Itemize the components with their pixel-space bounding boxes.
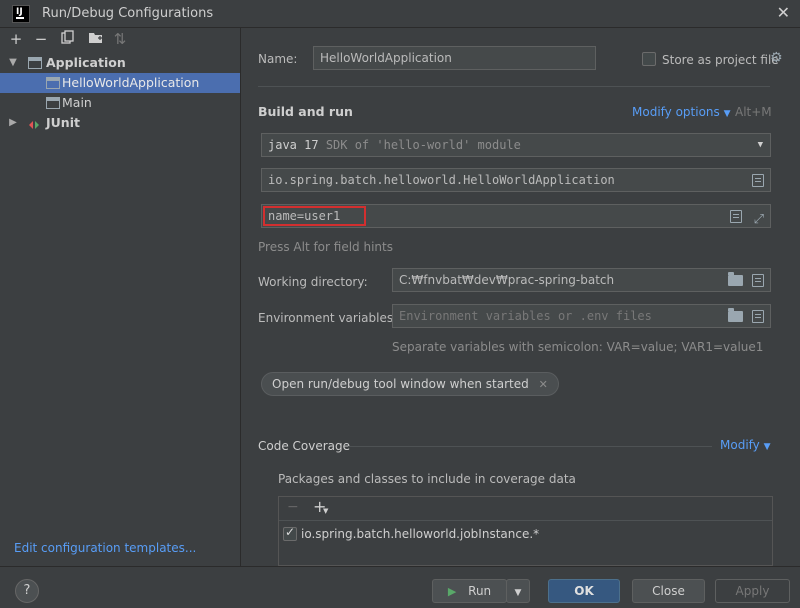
tree-item-label: JUnit	[46, 115, 80, 130]
junit-icon	[28, 117, 42, 129]
coverage-subheading: Packages and classes to include in cover…	[278, 472, 576, 486]
chip-label: Open run/debug tool window when started	[272, 377, 529, 391]
coverage-modify-label: Modify	[720, 438, 760, 452]
tree-item-helloworldapplication[interactable]: HelloWorldApplication	[0, 73, 240, 93]
main-class-value: io.spring.batch.helloworld.HelloWorldApp…	[268, 173, 615, 187]
tree-item-main[interactable]: Main	[0, 93, 240, 113]
environment-variables-placeholder: Environment variables or .env files	[399, 309, 652, 323]
chevron-down-icon: ▼	[763, 442, 771, 452]
application-config-icon	[46, 77, 60, 89]
coverage-toolbar: − + ▼	[279, 497, 772, 521]
program-arguments-field[interactable]: name=user1 ⤢	[261, 204, 771, 228]
environment-variables-field[interactable]: Environment variables or .env files	[392, 304, 771, 328]
apply-button[interactable]: Apply	[715, 579, 790, 603]
coverage-list: − + ▼ io.spring.batch.helloworld.jobInst…	[278, 496, 773, 566]
close-window-icon[interactable]: ✕	[777, 3, 790, 22]
main-class-field[interactable]: io.spring.batch.helloworld.HelloWorldApp…	[261, 168, 771, 192]
coverage-modify-link[interactable]: Modify ▼	[720, 438, 771, 452]
coverage-item-label: io.spring.batch.helloworld.jobInstance.*	[301, 527, 540, 541]
chevron-down-icon: ▼	[514, 588, 522, 598]
jdk-detail: SDK of 'hello-world' module	[325, 138, 521, 152]
intellij-app-icon: IJ	[12, 5, 30, 23]
working-directory-field[interactable]: C:₩fnvbat₩dev₩prac-spring-batch	[392, 268, 771, 292]
folder-add-icon[interactable]	[86, 30, 104, 48]
window-title: Run/Debug Configurations	[42, 6, 214, 21]
jdk-name: java 17	[268, 138, 319, 152]
insert-macro-icon[interactable]	[730, 210, 742, 223]
open-tool-window-chip[interactable]: Open run/debug tool window when started …	[261, 372, 559, 396]
browse-class-icon[interactable]	[752, 174, 764, 187]
dropdown-arrow-icon: ▼	[323, 507, 329, 515]
edit-variables-icon[interactable]	[752, 310, 764, 323]
remove-icon[interactable]: −	[287, 499, 299, 515]
remove-icon[interactable]: −	[32, 30, 50, 48]
name-label: Name:	[258, 52, 298, 66]
environment-variables-hint: Separate variables with semicolon: VAR=v…	[392, 340, 764, 354]
tree-item-label: Application	[46, 55, 126, 70]
edit-templates-link[interactable]: Edit configuration templates...	[14, 541, 196, 555]
tree-item-junit[interactable]: ▶ JUnit	[0, 113, 240, 133]
build-and-run-heading: Build and run	[258, 104, 353, 119]
expand-icon[interactable]: ⤢	[754, 209, 764, 231]
chevron-down-icon: ▼	[723, 109, 731, 119]
working-directory-value: C:₩fnvbat₩dev₩prac-spring-batch	[399, 273, 615, 287]
working-directory-label: Working directory:	[258, 275, 368, 289]
tree-item-application[interactable]: ▼ Application	[0, 53, 240, 73]
modify-options-shortcut: Alt+M	[735, 105, 772, 119]
insert-macro-icon[interactable]	[752, 274, 764, 287]
close-icon[interactable]: ✕	[539, 378, 548, 391]
run-button[interactable]: ▶ Run	[432, 579, 507, 603]
chevron-down-icon: ▼	[757, 140, 763, 150]
run-dropdown-button[interactable]: ▼	[506, 579, 530, 603]
divider	[348, 446, 712, 447]
sidebar-toolbar: + − ⇅	[0, 28, 240, 50]
run-icon: ▶	[447, 585, 457, 598]
divider	[258, 86, 770, 87]
modify-options-label: Modify options	[632, 105, 720, 119]
run-label: Run	[468, 584, 492, 598]
folder-icon[interactable]	[728, 308, 743, 322]
list-item[interactable]: io.spring.batch.helloworld.jobInstance.*	[283, 525, 763, 544]
code-coverage-heading: Code Coverage	[258, 439, 351, 453]
application-config-icon	[46, 97, 60, 109]
folder-icon[interactable]	[728, 272, 743, 286]
sort-icon[interactable]: ⇅	[111, 30, 129, 48]
jdk-select[interactable]: java 17 SDK of 'hello-world' module ▼	[261, 133, 771, 157]
store-as-project-file-label: Store as project file	[662, 53, 779, 67]
tree-item-label: Main	[62, 95, 92, 110]
gear-icon[interactable]: ⚙	[770, 50, 783, 66]
name-field[interactable]: HelloWorldApplication	[313, 46, 596, 70]
help-button[interactable]: ?	[15, 579, 39, 603]
ok-button[interactable]: OK	[548, 579, 620, 603]
modify-options-link[interactable]: Modify options ▼	[632, 105, 731, 119]
application-config-icon	[28, 57, 42, 69]
close-button[interactable]: Close	[632, 579, 705, 603]
configurations-sidebar: + − ⇅ ▼ Application HelloWorldApplicatio…	[0, 28, 241, 566]
tree-item-label: HelloWorldApplication	[62, 75, 200, 90]
field-hint: Press Alt for field hints	[258, 240, 393, 254]
environment-variables-label: Environment variables:	[258, 311, 398, 325]
chevron-right-icon[interactable]: ▶	[8, 113, 18, 133]
copy-icon[interactable]	[59, 30, 77, 48]
add-icon[interactable]: +	[7, 30, 25, 48]
chevron-down-icon[interactable]: ▼	[8, 53, 18, 73]
store-as-project-file-checkbox[interactable]	[642, 52, 656, 66]
highlight-box	[263, 206, 366, 226]
coverage-item-checkbox[interactable]	[283, 525, 297, 541]
dialog-footer: ? ▶ Run ▼ OK Close Apply	[0, 566, 800, 608]
title-bar: IJ Run/Debug Configurations ✕	[0, 0, 800, 28]
